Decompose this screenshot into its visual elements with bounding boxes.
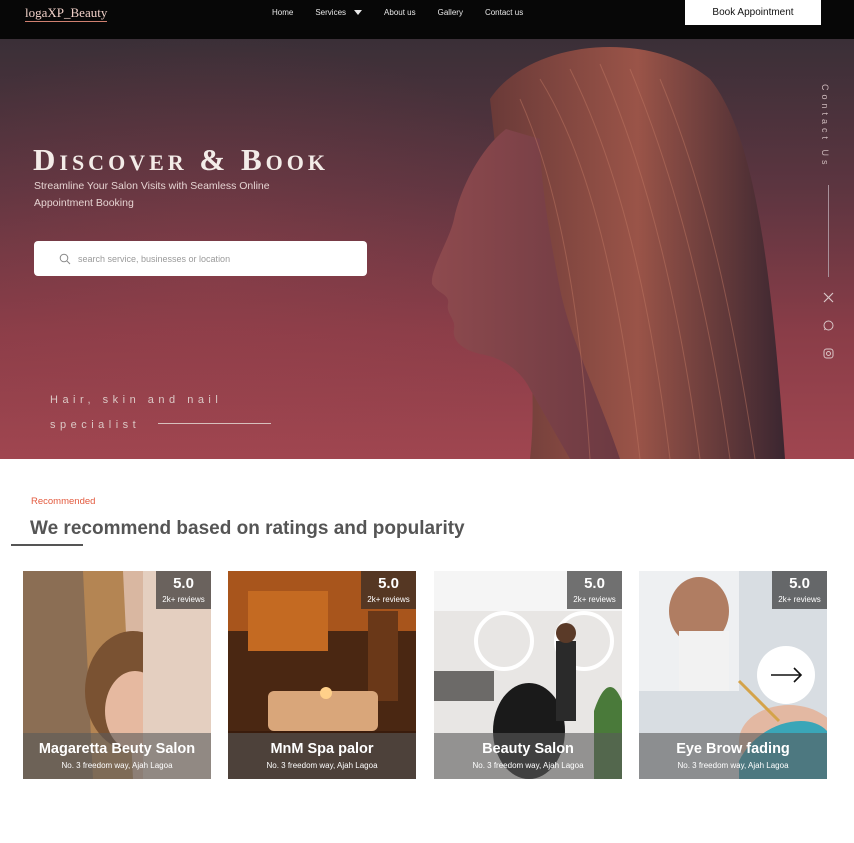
nav-link-contact[interactable]: Contact us (485, 8, 523, 18)
carousel-next-button[interactable] (757, 646, 815, 704)
hero-subtitle: Streamline Your Salon Visits with Seamle… (34, 180, 270, 209)
whatsapp-icon[interactable] (823, 320, 834, 331)
nav-link-gallery[interactable]: Gallery (438, 8, 463, 18)
card-caption: Beauty Salon No. 3 freedom way, Ajah Lag… (434, 733, 622, 779)
specialist-line-2: specialist (50, 419, 141, 431)
salon-name: Magaretta Beuty Salon (38, 741, 196, 757)
rating-value: 5.0 (173, 575, 194, 592)
x-icon[interactable] (823, 292, 834, 303)
hero-title: Discover & Book (33, 142, 329, 177)
hero-model-image (431, 47, 785, 459)
specialist-tagline: Hair, skin and nail specialist (50, 388, 290, 438)
search-bar (34, 241, 367, 276)
rating-value: 5.0 (789, 575, 810, 592)
salon-address: No. 3 freedom way, Ajah Lagoa (61, 761, 173, 770)
search-icon (59, 253, 71, 265)
rating-badge: 5.0 2k+ reviews (772, 571, 827, 609)
nav-link-services[interactable]: Services (315, 8, 363, 18)
divider (828, 185, 829, 277)
salon-name: MnM Spa palor (270, 741, 374, 757)
hero-banner: Discover & Book Streamline Your Salon Vi… (0, 39, 854, 459)
search-input[interactable] (78, 250, 348, 267)
review-count: 2k+ reviews (162, 595, 205, 604)
salon-address: No. 3 freedom way, Ajah Lagoa (677, 761, 789, 770)
section-title: We recommend based on ratings and popula… (30, 518, 465, 539)
salon-name: Eye Brow fading (676, 741, 790, 757)
specialist-line-1: Hair, skin and nail (50, 394, 223, 406)
contact-us-link[interactable]: Contact Us (820, 84, 830, 169)
logo[interactable]: logaXP_Beauty (25, 5, 108, 22)
arrow-right-icon (771, 667, 803, 683)
salon-name: Beauty Salon (482, 741, 574, 757)
salon-card[interactable]: 5.0 2k+ reviews Magaretta Beuty Salon No… (23, 571, 211, 779)
instagram-icon[interactable] (823, 348, 834, 359)
title-underline (11, 544, 83, 546)
rating-badge: 5.0 2k+ reviews (156, 571, 211, 609)
salon-card[interactable]: 5.0 2k+ reviews MnM Spa palor No. 3 free… (228, 571, 416, 779)
card-caption: Eye Brow fading No. 3 freedom way, Ajah … (639, 733, 827, 779)
section-label: Recommended (31, 496, 96, 507)
nav-links: Home Services About us Gallery Contact u… (272, 8, 545, 18)
review-count: 2k+ reviews (573, 595, 616, 604)
salon-address: No. 3 freedom way, Ajah Lagoa (472, 761, 584, 770)
salon-card[interactable]: 5.0 2k+ reviews Beauty Salon No. 3 freed… (434, 571, 622, 779)
chevron-down-icon (354, 10, 363, 16)
rating-badge: 5.0 2k+ reviews (361, 571, 416, 609)
divider (158, 423, 271, 424)
card-caption: Magaretta Beuty Salon No. 3 freedom way,… (23, 733, 211, 779)
top-nav: logaXP_Beauty Home Services About us Gal… (0, 0, 854, 39)
book-appointment-button[interactable]: Book Appointment (685, 0, 821, 25)
rating-value: 5.0 (584, 575, 605, 592)
salon-carousel: 5.0 2k+ reviews Magaretta Beuty Salon No… (23, 571, 828, 779)
nav-link-services-label: Services (315, 8, 347, 17)
salon-address: No. 3 freedom way, Ajah Lagoa (266, 761, 378, 770)
rating-badge: 5.0 2k+ reviews (567, 571, 622, 609)
review-count: 2k+ reviews (367, 595, 410, 604)
nav-link-home[interactable]: Home (272, 8, 293, 18)
rating-value: 5.0 (378, 575, 399, 592)
review-count: 2k+ reviews (778, 595, 821, 604)
card-caption: MnM Spa palor No. 3 freedom way, Ajah La… (228, 733, 416, 779)
nav-link-about[interactable]: About us (384, 8, 416, 18)
